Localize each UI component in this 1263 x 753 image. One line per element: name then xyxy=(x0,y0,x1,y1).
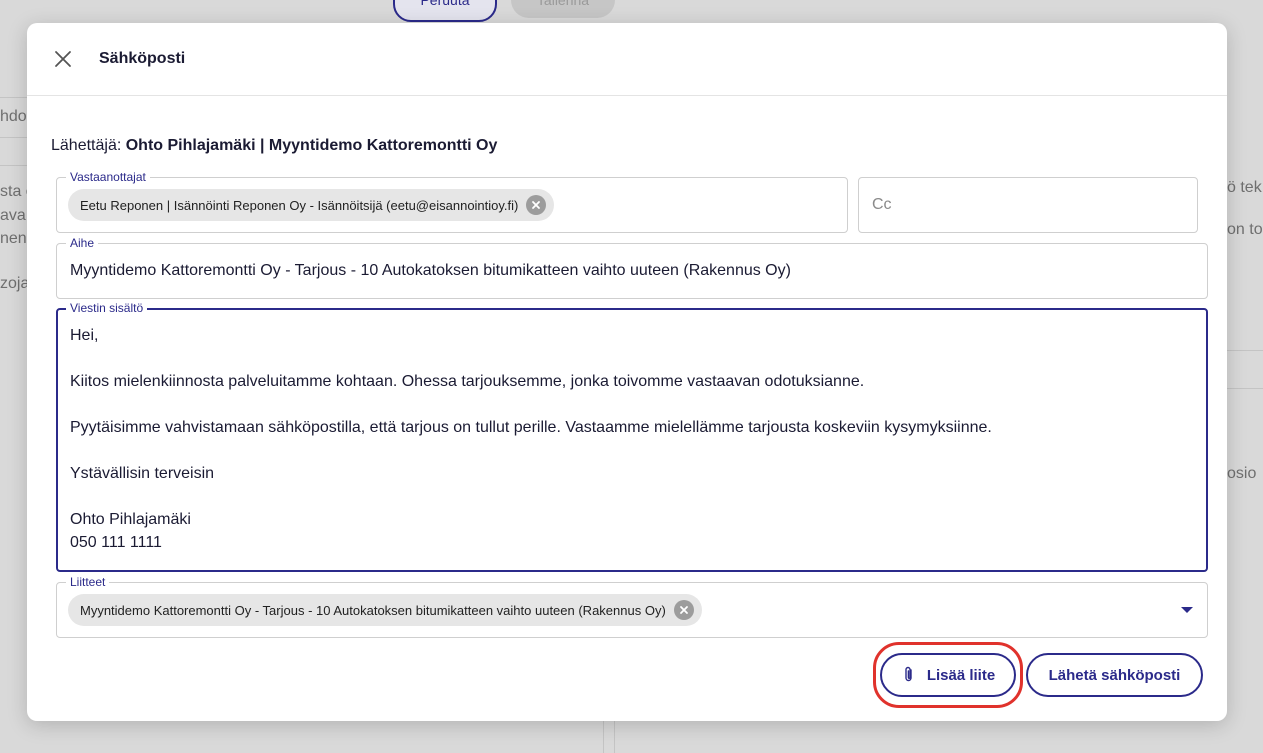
close-icon xyxy=(55,51,71,67)
message-body-field[interactable]: Viestin sisältö Hei, Kiitos mielenkiinno… xyxy=(56,300,1208,572)
message-body-text: Hei, Kiitos mielenkiinnosta palveluitamm… xyxy=(70,324,1194,554)
background-text: zoja xyxy=(0,275,30,292)
message-line xyxy=(70,347,1194,370)
message-line: Hei, xyxy=(70,327,99,344)
background-divider xyxy=(1227,388,1263,389)
background-text: osio xyxy=(1227,465,1257,482)
recipients-label: Vastaanottajat xyxy=(66,169,150,185)
chip-remove-icon[interactable] xyxy=(526,195,547,215)
subject-label: Aihe xyxy=(66,235,99,251)
sender-prefix: Lähettäjä: xyxy=(51,137,122,154)
background-divider xyxy=(603,721,604,753)
paperclip-icon xyxy=(905,666,912,682)
message-line xyxy=(70,439,1194,462)
background-divider xyxy=(614,721,615,753)
recipient-chip[interactable]: Eetu Reponen | Isännöinti Reponen Oy - I… xyxy=(68,189,555,221)
message-line xyxy=(70,485,1194,508)
send-email-button[interactable]: Lähetä sähköposti xyxy=(1026,653,1203,697)
message-body-label: Viestin sisältö xyxy=(66,300,148,316)
subject-field[interactable]: Aihe Myyntidemo Kattoremontti Oy - Tarjo… xyxy=(56,235,1208,299)
message-line: 050 111 1111 xyxy=(70,534,162,551)
cc-placeholder: Cc xyxy=(872,196,892,213)
background-text: ava xyxy=(0,207,26,224)
attachment-chip-label: Myyntidemo Kattoremontti Oy - Tarjous - … xyxy=(80,602,666,618)
sender-name: Ohto Pihlajamäki | Myyntidemo Kattoremon… xyxy=(125,137,498,154)
email-dialog: Sähköposti Lähettäjä: Ohto Pihlajamäki |… xyxy=(27,23,1227,721)
add-attachment-button[interactable]: Lisää liite xyxy=(880,653,1016,697)
dropdown-caret-icon[interactable] xyxy=(1181,607,1193,613)
message-line xyxy=(70,393,1194,416)
recipients-field[interactable]: Vastaanottajat Eetu Reponen | Isännöinti… xyxy=(56,169,848,233)
background-divider xyxy=(1227,350,1263,351)
background-divider xyxy=(0,97,27,98)
background-text: nen xyxy=(0,230,27,247)
background-save-button: Tallenna xyxy=(511,0,615,18)
add-attachment-label: Lisää liite xyxy=(926,666,996,684)
message-line: Kiitos mielenkiinnosta palveluitamme koh… xyxy=(70,373,865,390)
background-text: hdo xyxy=(0,108,27,125)
chip-remove-icon[interactable] xyxy=(673,600,694,620)
close-button[interactable] xyxy=(51,47,75,71)
recipient-chip-label: Eetu Reponen | Isännöinti Reponen Oy - I… xyxy=(80,197,519,213)
background-text: on toi xyxy=(1227,221,1263,238)
attachment-chip[interactable]: Myyntidemo Kattoremontti Oy - Tarjous - … xyxy=(68,594,702,626)
subject-value: Myyntidemo Kattoremontti Oy - Tarjous - … xyxy=(70,262,791,279)
background-text: ö tek xyxy=(1227,179,1262,196)
send-email-label: Lähetä sähköposti xyxy=(1048,666,1181,684)
background-divider xyxy=(0,165,27,166)
cc-field[interactable]: Cc xyxy=(858,177,1198,233)
dialog-title: Sähköposti xyxy=(99,50,186,67)
message-line: Ystävällisin terveisin xyxy=(70,465,215,482)
background-cancel-button: Peruuta xyxy=(393,0,497,22)
background-divider xyxy=(0,137,27,138)
sender-line: Lähettäjä: Ohto Pihlajamäki | Myyntidemo… xyxy=(51,137,497,155)
attachments-label: Liitteet xyxy=(66,574,110,590)
message-line: Pyytäisimme vahvistamaan sähköpostilla, … xyxy=(70,419,992,436)
message-line: Ohto Pihlajamäki xyxy=(70,511,191,528)
dialog-header: Sähköposti xyxy=(27,23,1227,96)
attachments-field[interactable]: Liitteet Myyntidemo Kattoremontti Oy - T… xyxy=(56,574,1208,638)
